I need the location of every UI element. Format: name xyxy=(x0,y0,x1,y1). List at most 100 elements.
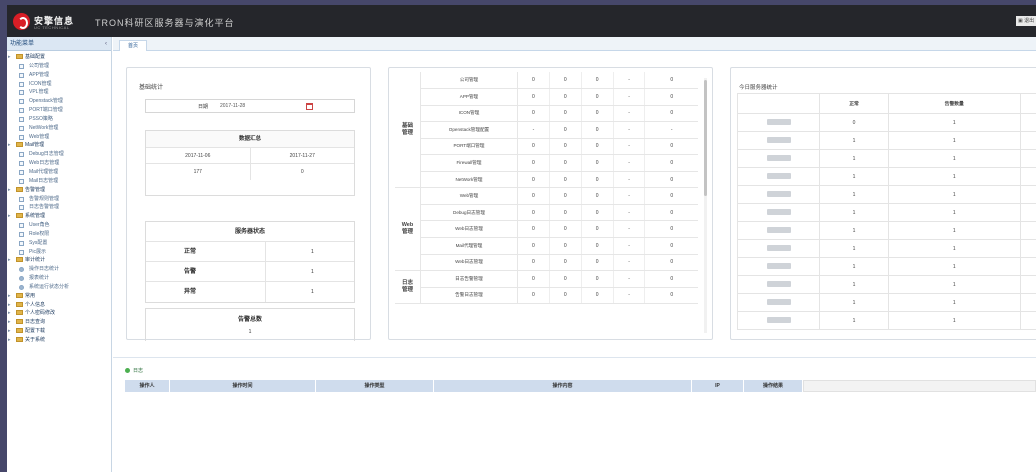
sidebar-group[interactable]: ▸ 日志查询 xyxy=(7,318,111,327)
server-value: 1 xyxy=(888,185,1021,204)
sidebar-item[interactable]: Web管理 xyxy=(7,133,111,142)
module-group-label: 日志 管理 xyxy=(395,270,421,305)
folder-icon xyxy=(16,257,23,263)
sidebar-group[interactable]: ▸ 审计统计 xyxy=(7,256,111,265)
redacted-server-name xyxy=(766,226,791,233)
expand-icon[interactable]: ▸ xyxy=(8,141,11,150)
sidebar-item[interactable]: Web日志管理 xyxy=(7,159,111,168)
sidebar-item[interactable]: NetWork管理 xyxy=(7,124,111,133)
module-row: 日志 管理 日志告警管理 0 0 0-0 xyxy=(395,270,698,305)
log-col-header[interactable]: 操作时间 xyxy=(170,380,316,392)
calendar-icon[interactable] xyxy=(306,103,313,110)
expand-icon[interactable]: ▸ xyxy=(8,309,11,318)
module-group-label: Web 管理 xyxy=(395,187,421,272)
log-col-header[interactable]: 操作类型 xyxy=(316,380,434,392)
alarm-total-header: 告警总数 xyxy=(237,317,262,323)
server-name-cell xyxy=(737,275,820,294)
log-col-header[interactable]: IP xyxy=(692,380,744,392)
module-value: 0 xyxy=(644,204,698,222)
sidebar-group[interactable]: ▸ Mail管理 xyxy=(7,141,111,150)
sidebar-group[interactable]: ▸ 关于系统 xyxy=(7,336,111,345)
module-row: NetWork管理 0 0 0-0 xyxy=(395,171,698,189)
sidebar-item[interactable]: Openstack管理 xyxy=(7,97,111,106)
sidebar-group[interactable]: ▸ 告警管理 xyxy=(7,186,111,195)
sidebar-item[interactable]: Role权限 xyxy=(7,230,111,239)
sidebar-group[interactable]: ▸ 基础配置 xyxy=(7,53,111,62)
log-table-header: 操作人 操作时间 操作类型 操作内容 IP 操作结果 xyxy=(125,380,803,392)
sidebar-item[interactable]: 告警规则管理 xyxy=(7,195,111,204)
sidebar-item[interactable]: Mail日志管理 xyxy=(7,177,111,186)
sidebar-item-label: Web日志管理 xyxy=(29,160,60,167)
page-icon xyxy=(19,90,24,96)
module-value: 0 xyxy=(549,220,582,238)
expand-icon[interactable]: ▸ xyxy=(8,327,11,336)
sidebar-group[interactable]: ▸ 个人信息 xyxy=(7,301,111,310)
sidebar-group[interactable]: ▸ 个人密码修改 xyxy=(7,309,111,318)
module-value: 0 xyxy=(581,270,614,288)
tab-home[interactable]: 首页 xyxy=(119,40,147,51)
page-icon xyxy=(19,276,24,282)
module-row: Mail代理管理 0 0 0-0 xyxy=(395,237,698,255)
module-value: 0 xyxy=(644,254,698,272)
sidebar-item[interactable]: Pic展示 xyxy=(7,248,111,257)
page-icon xyxy=(19,72,24,78)
server-name-cell xyxy=(737,221,820,240)
module-value: 0 xyxy=(517,204,550,222)
expand-icon[interactable]: ▸ xyxy=(8,336,11,345)
sidebar-item[interactable]: APP管理 xyxy=(7,71,111,80)
scrollbar-thumb[interactable] xyxy=(704,80,707,196)
expand-icon[interactable]: ▸ xyxy=(8,212,11,221)
expand-icon[interactable]: ▸ xyxy=(8,301,11,310)
server-value: 1 xyxy=(888,167,1021,186)
sidebar-item[interactable]: 公司管理 xyxy=(7,62,111,71)
module-value: 0 xyxy=(644,171,698,189)
sidebar-group[interactable]: ▸ 常用 xyxy=(7,292,111,301)
log-title-text: 日志 xyxy=(133,368,144,374)
module-value: 0 xyxy=(581,105,614,123)
logout-button[interactable]: ▣ 退出 xyxy=(1016,16,1036,26)
sidebar-item-label: Pic展示 xyxy=(29,248,46,255)
module-value: 0 xyxy=(517,270,550,288)
expand-icon[interactable]: ▸ xyxy=(8,186,11,195)
collapse-sidebar-icon[interactable]: ‹ xyxy=(105,37,107,51)
sidebar-item[interactable]: PSSO策略 xyxy=(7,115,111,124)
expand-icon[interactable]: ▸ xyxy=(8,318,11,327)
sidebar-item[interactable]: 系统运行状态分析 xyxy=(7,283,111,292)
sidebar-item[interactable]: PORT端口管理 xyxy=(7,106,111,115)
sidebar-item[interactable]: Sys配置 xyxy=(7,239,111,248)
expand-icon[interactable]: ▸ xyxy=(8,292,11,301)
log-col-header[interactable]: 操作内容 xyxy=(434,380,692,392)
sidebar-item[interactable]: VPL管理 xyxy=(7,88,111,97)
redacted-server-name xyxy=(766,208,791,215)
sidebar-item[interactable]: Debug日志管理 xyxy=(7,150,111,159)
sidebar-item[interactable]: Mail代理管理 xyxy=(7,168,111,177)
sidebar-item[interactable]: 报表统计 xyxy=(7,274,111,283)
module-row: Web日志管理 0 0 0-0 xyxy=(395,220,698,238)
module-value: 0 xyxy=(581,72,614,90)
sidebar-item-label: 操作日志统计 xyxy=(29,266,60,273)
sidebar-item-label: Debug日志管理 xyxy=(29,151,64,158)
expand-icon[interactable]: ▸ xyxy=(8,256,11,265)
summary-value-2: 0 xyxy=(249,164,355,180)
date-picker[interactable]: 日期 2017-11-28 xyxy=(145,99,355,113)
server-row: 111 xyxy=(737,257,1036,276)
sidebar-item[interactable]: 操作日志统计 xyxy=(7,265,111,274)
module-value: 0 xyxy=(581,171,614,189)
server-name-cell xyxy=(737,149,820,168)
server-name-cell xyxy=(737,131,820,150)
module-value: 0 xyxy=(549,105,582,123)
status-row: 正常 1 xyxy=(146,242,354,262)
expand-icon[interactable]: ▸ xyxy=(8,53,11,62)
sidebar-item-label: Mail日志管理 xyxy=(29,177,59,184)
sidebar-item[interactable]: User角色 xyxy=(7,221,111,230)
log-col-header[interactable]: 操作人 xyxy=(125,380,170,392)
redacted-server-name xyxy=(766,172,791,179)
log-col-header[interactable]: 操作结果 xyxy=(744,380,803,392)
module-value: 0 xyxy=(517,237,550,255)
sidebar-item[interactable]: 日志告警管理 xyxy=(7,203,111,212)
sidebar-group[interactable]: ▸ 系统管理 xyxy=(7,212,111,221)
module-value: 0 xyxy=(581,220,614,238)
redacted-server-name xyxy=(766,316,791,323)
sidebar-item[interactable]: ICON管理 xyxy=(7,80,111,89)
sidebar-group[interactable]: ▸ 配置下载 xyxy=(7,327,111,336)
